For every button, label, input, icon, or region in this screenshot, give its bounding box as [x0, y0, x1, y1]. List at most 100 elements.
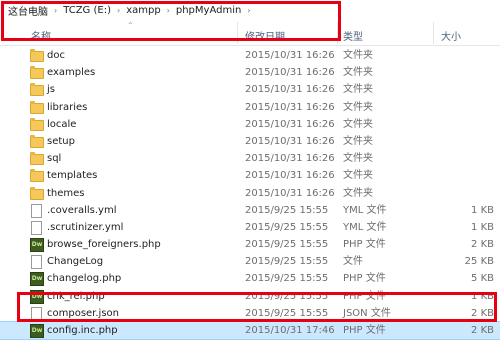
file-type: YML 文件: [343, 221, 387, 233]
file-type: 文件夹: [343, 187, 373, 199]
file-explorer: 这台电脑 › TCZG (E:) › xampp › phpMyAdmin › ⌃ 名称 修改…: [0, 0, 500, 346]
file-row[interactable]: .coveralls.yml 2015/9/25 15:55 YML 文件 1 KB: [0, 202, 500, 219]
file-type: 文件夹: [343, 50, 373, 61]
file-row[interactable]: Dw chk_rel.php 2015/9/25 15:55 PHP 文件 1 KB: [0, 288, 500, 305]
chevron-right-icon[interactable]: ›: [244, 6, 253, 15]
file-size: 2 KB: [471, 239, 494, 251]
file-date: 2015/9/25 15:55: [245, 290, 329, 302]
file-size: 1 KB: [471, 204, 494, 216]
file-date: 2015/9/25 15:55: [245, 221, 329, 233]
file-name: .scrutinizer.yml: [47, 221, 124, 233]
file-list: doc 2015/10/31 16:26 文件夹 examples 2015/10/31…: [0, 47, 500, 341]
file-row-selected[interactable]: Dw config.inc.php 2015/10/31 17:46 PHP 文件 2 …: [0, 320, 500, 341]
column-size[interactable]: 大小: [441, 28, 461, 43]
file-name: setup: [47, 135, 75, 147]
file-type: 文件: [343, 256, 363, 268]
address-bar[interactable]: 这台电脑 › TCZG (E:) › xampp › phpMyAdmin ›: [0, 0, 500, 21]
column-type[interactable]: 类型: [343, 28, 363, 43]
file-name: chk_rel.php: [47, 290, 105, 302]
breadcrumb-label: phpMyAdmin: [175, 4, 242, 16]
file-date: 2015/10/31 16:26: [245, 101, 335, 113]
file-row[interactable]: .scrutinizer.yml 2015/9/25 15:55 YML 文件 1 K…: [0, 219, 500, 236]
file-name: js: [47, 84, 55, 96]
file-name: themes: [47, 187, 85, 199]
file-row[interactable]: composer.json 2015/9/25 15:55 JSON 文件 2 KB: [0, 305, 500, 322]
file-name: libraries: [47, 101, 88, 113]
file-size: 2 KB: [471, 325, 494, 336]
file-date: 2015/10/31 16:26: [245, 67, 335, 79]
file-name: templates: [47, 170, 98, 182]
file-row[interactable]: js 2015/10/31 16:26 文件夹: [0, 81, 500, 98]
column-header: ⌃ 名称 修改日期 类型 大小: [0, 20, 500, 46]
dreamweaver-php-icon: Dw: [30, 272, 44, 287]
file-name: browse_foreigners.php: [47, 239, 161, 251]
file-row[interactable]: templates 2015/10/31 16:26 文件夹: [0, 167, 500, 184]
folder-icon: [30, 186, 44, 200]
file-name: locale: [47, 118, 77, 130]
file-type: 文件夹: [343, 118, 373, 130]
file-type: YML 文件: [343, 204, 387, 216]
column-divider[interactable]: [433, 22, 434, 44]
file-date: 2015/10/31 16:26: [245, 187, 335, 199]
column-divider[interactable]: [337, 22, 338, 44]
file-name: composer.json: [47, 307, 120, 319]
sort-arrow-icon: ⌃: [127, 21, 134, 30]
dreamweaver-php-icon: Dw: [30, 324, 44, 338]
file-date: 2015/10/31 16:26: [245, 170, 335, 182]
file-icon: [30, 220, 42, 235]
file-row[interactable]: setup 2015/10/31 16:26 文件夹: [0, 133, 500, 150]
breadcrumb-item[interactable]: TCZG (E:) ›: [60, 0, 123, 20]
file-type: 文件夹: [343, 67, 373, 79]
folder-icon: [30, 49, 44, 62]
file-row[interactable]: Dw browse_foreigners.php 2015/9/25 15:55 PH…: [0, 236, 500, 253]
file-icon: [30, 306, 42, 321]
file-name: config.inc.php: [47, 325, 118, 336]
column-date[interactable]: 修改日期: [245, 28, 285, 43]
folder-icon: [30, 66, 44, 80]
dreamweaver-php-icon: Dw: [30, 238, 44, 253]
breadcrumb-label: 这台电脑: [8, 6, 48, 18]
folder-icon: [30, 100, 44, 114]
file-row[interactable]: sql 2015/10/31 16:26 文件夹: [0, 150, 500, 167]
file-row[interactable]: locale 2015/10/31 16:26 文件夹: [0, 116, 500, 133]
file-date: 2015/9/25 15:55: [245, 307, 329, 319]
chevron-right-icon[interactable]: ›: [114, 6, 123, 15]
file-name: changelog.php: [47, 273, 122, 285]
file-row[interactable]: examples 2015/10/31 16:26 文件夹: [0, 64, 500, 81]
file-date: 2015/9/25 15:55: [245, 204, 329, 216]
column-name[interactable]: 名称: [31, 28, 51, 43]
file-type: 文件夹: [343, 170, 373, 182]
file-row[interactable]: themes 2015/10/31 16:26 文件夹: [0, 185, 500, 202]
file-row[interactable]: libraries 2015/10/31 16:26 文件夹: [0, 99, 500, 116]
file-date: 2015/10/31 16:26: [245, 153, 335, 165]
file-date: 2015/10/31 17:46: [245, 325, 335, 336]
file-type: PHP 文件: [343, 325, 386, 336]
chevron-right-icon[interactable]: ›: [164, 6, 173, 15]
folder-icon: [30, 83, 44, 97]
file-name: .coveralls.yml: [47, 204, 117, 216]
file-row[interactable]: ChangeLog 2015/9/25 15:55 文件 25 KB: [0, 253, 500, 270]
file-name: examples: [47, 67, 96, 79]
breadcrumb-label: TCZG (E:): [63, 4, 111, 16]
file-date: 2015/9/25 15:55: [245, 239, 329, 251]
file-icon: [30, 255, 42, 270]
breadcrumb-item[interactable]: phpMyAdmin ›: [173, 0, 254, 20]
file-name: doc: [47, 50, 65, 61]
chevron-right-icon[interactable]: ›: [51, 6, 60, 15]
file-size: 2 KB: [471, 307, 494, 319]
file-row[interactable]: doc 2015/10/31 16:26 文件夹: [0, 47, 500, 64]
file-type: PHP 文件: [343, 239, 386, 251]
column-divider[interactable]: [237, 22, 238, 44]
dreamweaver-php-icon: Dw: [30, 289, 44, 304]
file-icon: [30, 203, 42, 218]
file-type: 文件夹: [343, 101, 373, 113]
file-date: 2015/10/31 16:26: [245, 135, 335, 147]
breadcrumb-label: xampp: [126, 4, 161, 16]
file-size: 5 KB: [471, 273, 494, 285]
file-name: sql: [47, 153, 62, 165]
breadcrumb-item[interactable]: xampp ›: [123, 0, 173, 20]
file-type: 文件夹: [343, 84, 373, 96]
file-row[interactable]: Dw changelog.php 2015/9/25 15:55 PHP 文件 5 KB: [0, 270, 500, 287]
file-type: 文件夹: [343, 153, 373, 165]
breadcrumb-item[interactable]: 这台电脑 ›: [0, 0, 60, 20]
